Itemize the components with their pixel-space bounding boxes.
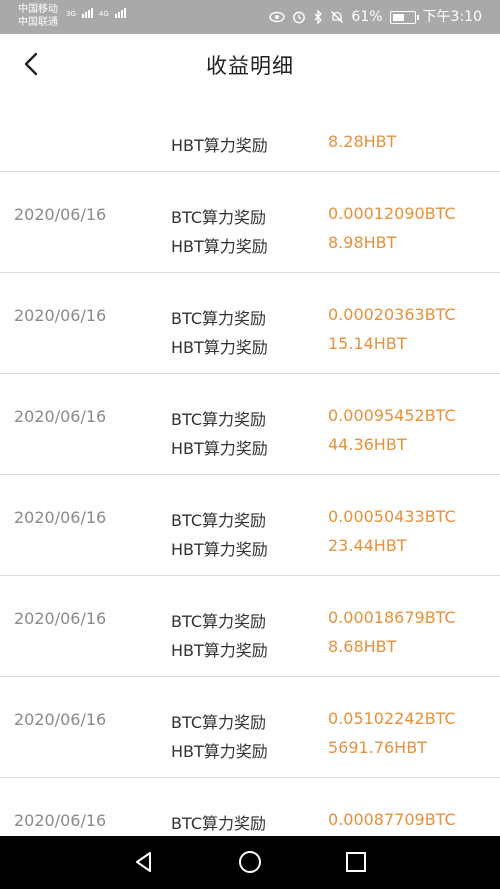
list-item: 2020/06/16 BTC算力奖励 0.00050433BTC HBT算力奖励 23.… — [0, 475, 500, 576]
btc-reward-label: BTC算力奖励 — [171, 208, 266, 227]
record-date: 2020/06/16 — [14, 710, 107, 729]
btc-reward-value: 0.00050433BTC — [328, 507, 456, 526]
hbt-reward-value: 23.44HBT — [328, 536, 407, 555]
triangle-back-icon — [136, 852, 151, 872]
signal-bars-icon — [114, 8, 126, 18]
nav-recent-button[interactable] — [343, 849, 369, 875]
btc-reward-label: BTC算力奖励 — [171, 511, 266, 530]
list-item: 2020/06/16 BTC算力奖励 0.00020363BTC HBT算力奖励 15.… — [0, 273, 500, 374]
hbt-reward-label: HBT算力奖励 — [171, 136, 268, 155]
hbt-reward-value: 8.68HBT — [328, 637, 397, 656]
carrier-info: 中国移动 中国联通 — [18, 3, 58, 29]
carrier-1: 中国移动 — [18, 4, 58, 15]
page-title: 收益明细 — [206, 54, 294, 78]
battery-percent: 61% — [351, 9, 383, 25]
signal-bars-icon — [81, 8, 93, 18]
hbt-reward-value: 5691.76HBT — [328, 738, 427, 757]
status-time: 下午3:10 — [422, 9, 482, 25]
btc-reward-label: BTC算力奖励 — [171, 309, 266, 328]
record-date: 2020/06/16 — [14, 811, 107, 830]
network-icons: 3G 4G — [66, 8, 126, 18]
btc-reward-value: 0.00012090BTC — [328, 204, 456, 223]
nav-home-button[interactable] — [237, 849, 263, 875]
status-right: 61% 下午3:10 — [269, 8, 482, 26]
record-date: 2020/06/16 — [14, 609, 107, 628]
battery-icon — [389, 10, 419, 24]
btc-reward-value: 0.05102242BTC — [328, 709, 456, 728]
alarm-icon — [293, 11, 306, 24]
list-item: 2020/06/16 BTC算力奖励 0.00018679BTC HBT算力奖励 8.6… — [0, 576, 500, 677]
circle-home-icon — [239, 851, 261, 873]
system-nav-bar — [0, 836, 500, 889]
hbt-reward-value: 15.14HBT — [328, 334, 407, 353]
battery-fill — [392, 13, 404, 21]
hbt-reward-label: HBT算力奖励 — [171, 237, 268, 256]
hbt-reward-label: HBT算力奖励 — [171, 540, 268, 559]
record-date: 2020/06/16 — [14, 407, 107, 426]
network-type-1: 3G — [66, 10, 76, 18]
network-type-2: 4G — [98, 10, 109, 18]
eye-icon — [269, 11, 286, 23]
record-date: 2020/06/16 — [14, 508, 107, 527]
earnings-list[interactable]: HBT算力奖励 8.28HBT 2020/06/16 BTC算力奖励 0.0001209… — [0, 94, 500, 836]
hbt-reward-label: HBT算力奖励 — [171, 641, 268, 660]
hbt-reward-label: HBT算力奖励 — [171, 338, 268, 357]
hbt-reward-value: 8.98HBT — [328, 233, 397, 252]
btc-reward-label: BTC算力奖励 — [171, 713, 266, 732]
hbt-reward-value: 44.36HBT — [328, 435, 407, 454]
square-recent-icon — [346, 852, 366, 872]
hbt-reward-value: 8.28HBT — [328, 132, 397, 151]
list-item: 2020/06/16 BTC算力奖励 0.05102242BTC HBT算力奖励 569… — [0, 677, 500, 778]
btc-reward-value: 0.00020363BTC — [328, 305, 456, 324]
btc-reward-label: BTC算力奖励 — [171, 612, 266, 631]
list-item: 2020/06/16 BTC算力奖励 0.00012090BTC HBT算力奖励 8.9… — [0, 172, 500, 273]
list-item: HBT算力奖励 8.28HBT — [0, 94, 500, 172]
record-date: 2020/06/16 — [14, 205, 107, 224]
app-header: 收益明细 — [0, 34, 500, 95]
record-date: 2020/06/16 — [14, 306, 107, 325]
earnings-list-content: HBT算力奖励 8.28HBT 2020/06/16 BTC算力奖励 0.0001209… — [0, 94, 500, 836]
btc-reward-label: BTC算力奖励 — [171, 814, 266, 833]
hbt-reward-label: HBT算力奖励 — [171, 742, 268, 761]
btc-reward-value: 0.00018679BTC — [328, 608, 456, 627]
bluetooth-icon — [314, 10, 323, 24]
carrier-2: 中国联通 — [18, 17, 58, 28]
list-item: 2020/06/16BTC算力奖励0.00087709BTCHBT算力奖励81.… — [0, 778, 500, 836]
mute-bell-icon — [331, 11, 344, 23]
btc-reward-label: BTC算力奖励 — [171, 410, 266, 429]
hbt-reward-label: HBT算力奖励 — [171, 439, 268, 458]
list-item: 2020/06/16 BTC算力奖励 0.00095452BTC HBT算力奖励 44.… — [0, 374, 500, 475]
nav-back-button[interactable] — [131, 849, 157, 875]
btc-reward-value: 0.00095452BTC — [328, 406, 456, 425]
status-bar: 中国移动 中国联通 3G 4G 61% 下午3:10 — [0, 0, 500, 34]
btc-reward-value: 0.00087709BTC — [328, 810, 456, 829]
